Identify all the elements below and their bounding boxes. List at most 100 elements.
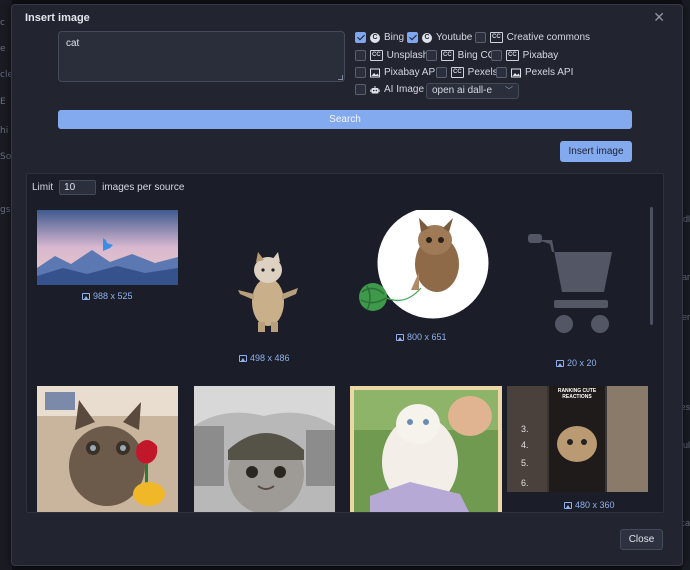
svg-text:6.: 6. — [521, 478, 529, 488]
source-label: Unsplash — [386, 50, 429, 61]
c-logo-icon: C — [422, 32, 432, 43]
robot-icon — [370, 85, 380, 93]
bing-cc-checkbox[interactable] — [426, 50, 437, 61]
insert-image-dialog: Insert image ✕ C Bing C Youtube CC Creat… — [11, 4, 683, 566]
source-option-bing-cc[interactable]: CC Bing CC — [426, 50, 495, 61]
image-icon — [396, 333, 404, 341]
bing-wallpaper-thumbnail — [37, 210, 178, 285]
limit-input[interactable] — [59, 180, 97, 195]
result-size-caption: 988 x 525 — [82, 291, 133, 301]
source-option-bing[interactable]: C Bing — [355, 32, 404, 43]
cc-icon: CC — [441, 50, 454, 61]
cat-reactions-thumbnail: 3. 4. 5. 6. — [507, 386, 648, 492]
cc-icon: CC — [370, 50, 383, 61]
caption-text: 800 x 651 — [407, 332, 447, 342]
result-size-caption: 480 x 360 — [564, 500, 615, 510]
ai-image-checkbox[interactable] — [355, 84, 366, 95]
close-icon[interactable]: ✕ — [653, 9, 665, 26]
source-label: Pixabay — [522, 50, 559, 61]
pixabay-api-checkbox[interactable] — [355, 67, 366, 78]
bg-fragment: gs — [0, 205, 11, 215]
result-image[interactable] — [350, 386, 502, 512]
bg-fragment: e — [0, 44, 6, 54]
dancing-cat-thumbnail — [238, 252, 298, 332]
c-logo-icon: C — [370, 32, 380, 43]
source-label: Pixabay API — [384, 67, 438, 78]
image-icon — [370, 68, 380, 77]
caption-text: 20 x 20 — [567, 358, 597, 368]
image-icon — [511, 68, 521, 77]
result-image[interactable] — [234, 248, 302, 334]
result-image[interactable] — [522, 230, 618, 340]
pixabay-checkbox[interactable] — [491, 50, 502, 61]
overlay-caption: RANKING CUTE REACTIONS — [557, 388, 597, 400]
bg-fragment: dl — [682, 214, 690, 224]
bg-fragment: c — [0, 18, 5, 28]
search-button[interactable]: Search — [58, 110, 632, 129]
source-label: Bing CC — [457, 50, 495, 61]
source-option-pixabay-api[interactable]: Pixabay API — [355, 67, 438, 78]
kitten-with-rose-thumbnail — [37, 386, 178, 512]
caption-text: 480 x 360 — [575, 500, 615, 510]
source-option-pixabay[interactable]: CC Pixabay — [491, 50, 558, 61]
source-option-ai-image[interactable]: AI Image — [355, 84, 424, 95]
source-label: Youtube — [436, 32, 473, 43]
result-image[interactable] — [37, 386, 178, 512]
image-icon — [82, 292, 90, 300]
cc-icon: CC — [451, 67, 464, 78]
bing-checkbox[interactable] — [355, 32, 366, 43]
bg-fragment: ul — [682, 440, 690, 450]
result-size-caption: 800 x 651 — [396, 332, 447, 342]
unsplash-checkbox[interactable] — [355, 50, 366, 61]
close-button[interactable]: Close — [620, 529, 663, 550]
caption-text: 498 x 486 — [250, 353, 290, 363]
result-size-caption: 20 x 20 — [556, 358, 597, 368]
pexels-checkbox[interactable] — [436, 67, 447, 78]
cc-icon: CC — [490, 32, 503, 43]
results-scrollbar[interactable] — [650, 207, 653, 325]
background-right-edge: dl ar er les ul ca — [678, 0, 690, 570]
svg-text:4.: 4. — [521, 440, 529, 450]
source-option-unsplash[interactable]: CC Unsplash — [355, 50, 428, 61]
source-option-youtube[interactable]: C Youtube — [407, 32, 472, 43]
ai-model-value: open ai dall-e — [432, 85, 493, 96]
source-label: Pexels API — [525, 67, 574, 78]
pexels-api-checkbox[interactable] — [496, 67, 507, 78]
youtube-checkbox[interactable] — [407, 32, 418, 43]
shopping-cart-icon — [528, 234, 612, 333]
image-icon — [556, 359, 564, 367]
source-label: Bing — [384, 32, 405, 43]
source-option-creative-commons[interactable]: CC Creative commons — [475, 32, 590, 43]
limit-label: Limit — [32, 182, 54, 193]
bg-fragment: E — [0, 97, 6, 107]
limit-row: Limit images per source — [32, 180, 184, 195]
source-label: Creative commons — [506, 32, 591, 43]
source-option-pexels-api[interactable]: Pexels API — [496, 67, 573, 78]
insert-image-button[interactable]: Insert image — [560, 141, 632, 162]
svg-text:3.: 3. — [521, 424, 529, 434]
image-icon — [239, 354, 247, 362]
bg-fragment: So — [0, 152, 12, 162]
dialog-title: Insert image — [25, 12, 90, 24]
source-label: AI Image — [384, 84, 425, 95]
result-image[interactable] — [37, 210, 178, 285]
bg-fragment: er — [681, 312, 690, 322]
ai-model-select[interactable]: open ai dall-e ﹀ — [426, 83, 519, 99]
source-option-pexels[interactable]: CC Pexels — [436, 67, 498, 78]
result-image[interactable]: 3. 4. 5. 6. RANKING CUTE REACTIONS — [507, 386, 648, 492]
result-image[interactable] — [349, 210, 493, 322]
bg-fragment: ar — [681, 272, 690, 282]
chevron-down-icon: ﹀ — [505, 86, 513, 95]
soldier-cat-thumbnail — [194, 386, 335, 512]
svg-text:5.: 5. — [521, 458, 529, 468]
results-panel: Limit images per source 988 x 525 — [26, 173, 664, 513]
creative-commons-checkbox[interactable] — [475, 32, 486, 43]
search-query-input[interactable] — [58, 31, 345, 82]
kitten-yarn-thumbnail — [359, 210, 490, 320]
result-image[interactable] — [194, 386, 335, 512]
image-icon — [564, 501, 572, 509]
source-label: Pexels — [467, 67, 498, 78]
result-size-caption: 498 x 486 — [239, 353, 290, 363]
caption-text: 988 x 525 — [93, 291, 133, 301]
resize-handle-icon[interactable] — [338, 75, 343, 80]
